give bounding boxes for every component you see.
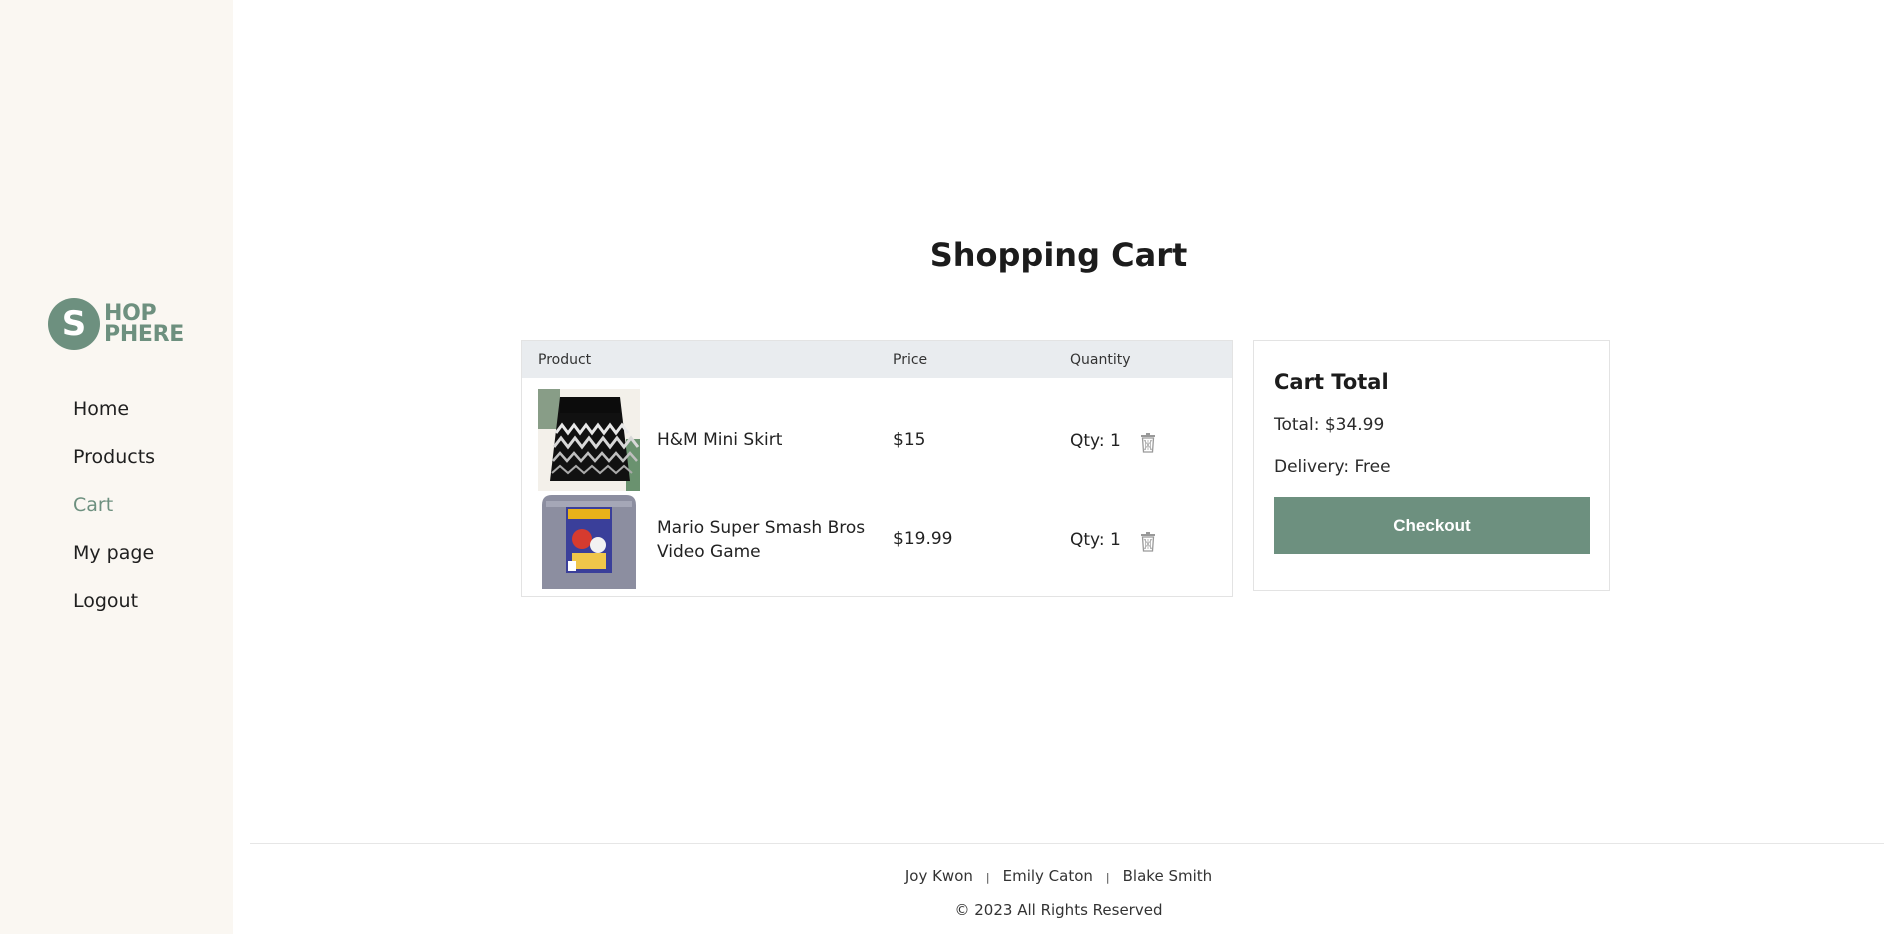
footer-separator: | <box>1105 871 1110 884</box>
sidebar-nav: Home Products Cart My page Logout <box>73 397 155 637</box>
nav-item-logout[interactable]: Logout <box>73 589 155 637</box>
nav-item-my-page[interactable]: My page <box>73 541 155 589</box>
nav-item-home[interactable]: Home <box>73 397 155 445</box>
cart-table: Product Price Quantity H&M Mini Skirt $1… <box>521 340 1233 597</box>
table-row: Mario Super Smash Bros Video Game $19.99… <box>522 488 1232 598</box>
nav-item-products[interactable]: Products <box>73 445 155 493</box>
logo-line-2: PHERE <box>104 322 185 347</box>
skirt-thumbnail-svg <box>538 389 640 491</box>
delivery-info: Delivery: Free <box>1274 457 1391 477</box>
trash-icon-svg <box>1141 433 1155 453</box>
footer-name: Emily Caton <box>1002 867 1093 885</box>
header-price: Price <box>893 352 928 368</box>
trash-icon[interactable] <box>1140 532 1156 552</box>
table-header: Product Price Quantity <box>522 341 1232 378</box>
nav-item-cart[interactable]: Cart <box>73 493 155 541</box>
product-name[interactable]: H&M Mini Skirt <box>657 428 867 452</box>
product-name[interactable]: Mario Super Smash Bros Video Game <box>657 516 867 564</box>
footer-name: Joy Kwon <box>904 867 973 885</box>
cart-total-title: Cart Total <box>1274 370 1389 394</box>
skirt-image[interactable] <box>538 389 640 491</box>
product-price: $19.99 <box>893 529 953 549</box>
total-amount: Total: $34.99 <box>1274 415 1385 435</box>
game-cartridge-image[interactable] <box>538 493 640 589</box>
brand-logo[interactable]: S HOP PHERE <box>48 297 184 351</box>
product-quantity: Qty: 1 <box>1070 431 1121 451</box>
page-title: Shopping Cart <box>929 236 1188 274</box>
header-quantity: Quantity <box>1070 352 1131 368</box>
footer-credits: Joy Kwon | Emily Caton | Blake Smith <box>233 867 1884 885</box>
cart-total-panel: Cart Total Total: $34.99 Delivery: Free … <box>1253 340 1610 591</box>
product-price: $15 <box>893 430 926 450</box>
checkout-button[interactable]: Checkout <box>1274 497 1590 554</box>
logo-circle: S <box>48 298 100 350</box>
cartridge-thumbnail-svg <box>538 493 640 589</box>
footer-divider <box>250 843 1884 844</box>
product-quantity: Qty: 1 <box>1070 530 1121 550</box>
footer-separator: | <box>985 871 990 884</box>
footer-name: Blake Smith <box>1122 867 1213 885</box>
logo-letter: S <box>61 304 87 344</box>
footer-copyright: © 2023 All Rights Reserved <box>954 901 1163 919</box>
trash-icon-svg <box>1141 532 1155 552</box>
table-row: H&M Mini Skirt $15 Qty: 1 <box>522 378 1232 491</box>
logo-line-1: HOP <box>104 301 157 326</box>
trash-icon[interactable] <box>1140 433 1156 453</box>
sidebar: S HOP PHERE Home Products Cart My page L… <box>0 0 233 934</box>
logo-wordmark: HOP PHERE <box>104 301 185 347</box>
header-product: Product <box>538 352 592 368</box>
